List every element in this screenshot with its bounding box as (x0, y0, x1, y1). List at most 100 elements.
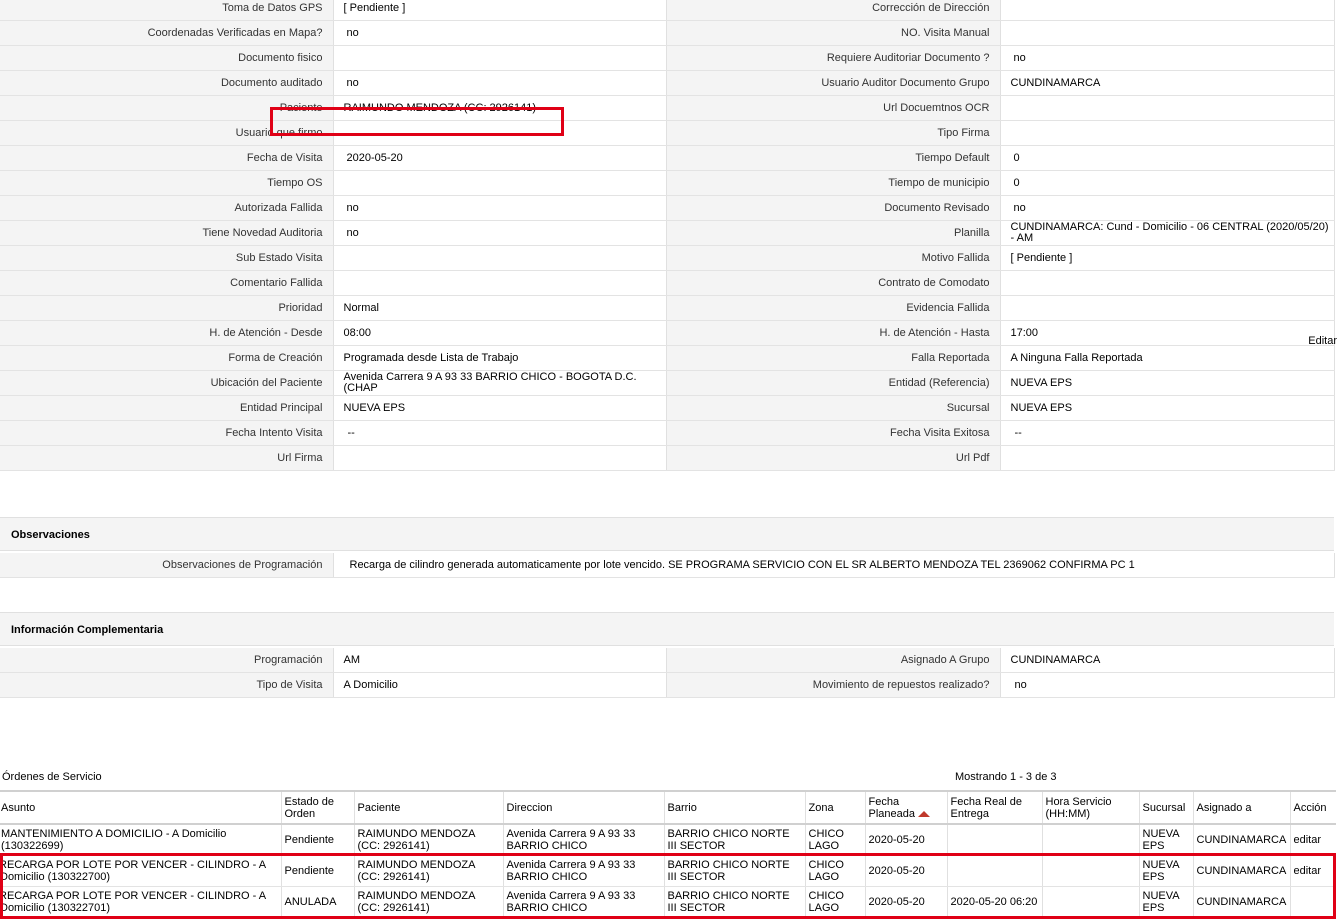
label-asignado-a-grupo: Asignado A Grupo (666, 648, 1000, 673)
value-h-de-atencion-desde: 08:00 (332, 320, 667, 346)
value-falla-reportada: A Ninguna Falla Reportada (999, 345, 1335, 371)
detail-row: Documento fisico Requiere Auditoriar Docu… (0, 45, 1335, 71)
col-header-asignado-a[interactable]: Asignado a (1192, 790, 1290, 825)
detail-row: Comentario Fallida Contrato de Comodato (0, 270, 1335, 296)
label-comentario-fallida: Comentario Fallida (0, 270, 333, 296)
col-header-label: Hora Servicio (HH:MM) (1045, 795, 1112, 820)
value-sub-estado-visita (332, 245, 667, 271)
sort-ascending-icon[interactable] (918, 810, 930, 817)
observaciones-label: Observaciones de Programación (0, 553, 333, 578)
cell-direccion: Avenida Carrera 9 A 93 33 BARRIO CHICO (502, 824, 664, 856)
col-header-label: Estado de Orden (284, 795, 335, 820)
label-url-firma: Url Firma (0, 445, 333, 471)
label-movimiento-de-repuestos-realizado: Movimiento de repuestos realizado? (666, 672, 1000, 698)
value-tiempo-os (332, 170, 667, 196)
label-ubicacion-del-paciente: Ubicación del Paciente (0, 370, 333, 396)
value-comentario-fallida (332, 270, 667, 296)
label-h-de-atencion-desde: H. de Atención - Desde (0, 320, 333, 346)
label-documento-fisico: Documento fisico (0, 45, 333, 71)
label-tipo-firma: Tipo Firma (666, 120, 1000, 146)
detail-row: Forma de Creación Programada desde Lista … (0, 345, 1335, 371)
cell-estado-de-orden: Pendiente (280, 824, 354, 856)
label-coordenadas-verificadas-en-mapa: Coordenadas Verificadas en Mapa? (0, 20, 333, 46)
cell-asignado-a: CUNDINAMARCA (1192, 824, 1290, 856)
detail-row: Sub Estado Visita Motivo Fallida[ Pendien… (0, 245, 1335, 271)
cell-paciente: RAIMUNDO MENDOZA (CC: 2926141) (353, 824, 503, 856)
value-programacion: AM (332, 648, 667, 673)
col-header-label: Barrio (667, 801, 697, 814)
col-header-label: Fecha Planeada (868, 795, 916, 820)
value-asignado-a-grupo: CUNDINAMARCA (999, 648, 1335, 673)
col-header-accion[interactable]: Acción (1289, 790, 1336, 825)
label-tiene-novedad-auditoria: Tiene Novedad Auditoria (0, 220, 333, 246)
label-fecha-intento-visita: Fecha Intento Visita (0, 420, 333, 446)
label-prioridad: Prioridad (0, 295, 333, 321)
detail-row: Ubicación del Paciente Avenida Carrera 9 … (0, 370, 1335, 396)
col-header-fecha-real-de-entrega[interactable]: Fecha Real de Entrega (946, 790, 1042, 825)
label-forma-de-creacion: Forma de Creación (0, 345, 333, 371)
complementaria-header: Información Complementaria (0, 612, 1334, 646)
value-tipo-firma (999, 120, 1335, 146)
orders-title: Órdenes de Servicio (2, 771, 102, 783)
label-toma-de-datos-gps: Toma de Datos GPS (0, 0, 333, 21)
col-header-fecha-planeada[interactable]: Fecha Planeada (864, 790, 947, 825)
label-documento-auditado: Documento auditado (0, 70, 333, 96)
value-movimiento-de-repuestos-realizado: no (999, 672, 1335, 698)
label-tiempo-default: Tiempo Default (666, 145, 1000, 171)
cell-accion[interactable]: editar (1289, 824, 1336, 856)
value-documento-fisico (332, 45, 667, 71)
observaciones-value: Recarga de cilindro generada automaticam… (332, 553, 1335, 578)
value-fecha-visita-exitosa: -- (999, 420, 1335, 446)
value-sucursal: NUEVA EPS (999, 395, 1335, 421)
detail-row: Prioridad Normal Evidencia Fallida (0, 295, 1335, 321)
observaciones-header: Observaciones (0, 517, 1334, 551)
col-header-zona[interactable]: Zona (804, 790, 865, 825)
col-header-sucursal[interactable]: Sucursal (1138, 790, 1193, 825)
value-documento-auditado: no (332, 70, 667, 96)
cell-hora-servicio-hh-mm (1041, 824, 1139, 856)
observaciones-row: Observaciones de Programación Recarga de… (0, 553, 1335, 578)
cell-asunto: MANTENIMIENTO A DOMICILIO - A Domicilio … (0, 824, 281, 856)
value-url-pdf (999, 445, 1335, 471)
value-fecha-de-visita: 2020-05-20 (332, 145, 667, 171)
value-coordenadas-verificadas-en-mapa: no (332, 20, 667, 46)
value-entidad-referencia: NUEVA EPS (999, 370, 1335, 396)
col-header-label: Asunto (1, 801, 36, 814)
orders-header-row: Asunto Estado de Orden Paciente Direccion Ba… (0, 790, 1336, 825)
value-fecha-intento-visita: -- (332, 420, 667, 446)
detail-row: Tiene Novedad Auditoria no Planilla CUNDINA… (0, 220, 1335, 246)
label-documento-revisado: Documento Revisado (666, 195, 1000, 221)
label-usuario-auditor-documento-grupo: Usuario Auditor Documento Grupo (666, 70, 1000, 96)
value-tiempo-de-municipio: 0 (999, 170, 1335, 196)
value-tiempo-default: 0 (999, 145, 1335, 171)
complementaria-row: Programación AM Asignado A Grupo CUNDINAMAR… (0, 648, 1335, 673)
col-header-estado-de-orden[interactable]: Estado de Orden (280, 790, 354, 825)
complementaria-row: Tipo de Visita A Domicilio Movimiento de r… (0, 672, 1335, 698)
label-entidad-principal: Entidad Principal (0, 395, 333, 421)
label-no-visita-manual: NO. Visita Manual (666, 20, 1000, 46)
value-entidad-principal: NUEVA EPS (332, 395, 667, 421)
value-h-de-atencion-hasta: 17:00 (999, 320, 1335, 346)
detail-row: Url Firma Url Pdf (0, 445, 1335, 471)
col-header-direccion[interactable]: Direccion (502, 790, 664, 825)
cell-fecha-planeada: 2020-05-20 (864, 824, 947, 856)
col-header-paciente[interactable]: Paciente (353, 790, 503, 825)
col-header-hora-servicio-hh-mm[interactable]: Hora Servicio (HH:MM) (1041, 790, 1139, 825)
label-programacion: Programación (0, 648, 333, 673)
label-sub-estado-visita: Sub Estado Visita (0, 245, 333, 271)
value-forma-de-creacion: Programada desde Lista de Trabajo (332, 345, 667, 371)
value-documento-revisado: no (999, 195, 1335, 221)
value-prioridad: Normal (332, 295, 667, 321)
edit-link[interactable]: Editar (1308, 335, 1337, 347)
col-header-barrio[interactable]: Barrio (663, 790, 805, 825)
detail-row: Toma de Datos GPS[ Pendiente ] Corrección… (0, 0, 1335, 21)
value-contrato-de-comodato (999, 270, 1335, 296)
detail-row: Autorizada Fallida no Documento Revisado no (0, 195, 1335, 221)
detail-row: Fecha de Visita 2020-05-20 Tiempo Default 0 (0, 145, 1335, 171)
detail-row: H. de Atención - Desde 08:00 H. de Atenció… (0, 320, 1335, 346)
patient-highlight-box (270, 107, 564, 136)
col-header-asunto[interactable]: Asunto (0, 790, 281, 825)
label-motivo-fallida: Motivo Fallida (666, 245, 1000, 271)
label-h-de-atencion-hasta: H. de Atención - Hasta (666, 320, 1000, 346)
detail-row: Tiempo OS Tiempo de municipio 0 (0, 170, 1335, 196)
